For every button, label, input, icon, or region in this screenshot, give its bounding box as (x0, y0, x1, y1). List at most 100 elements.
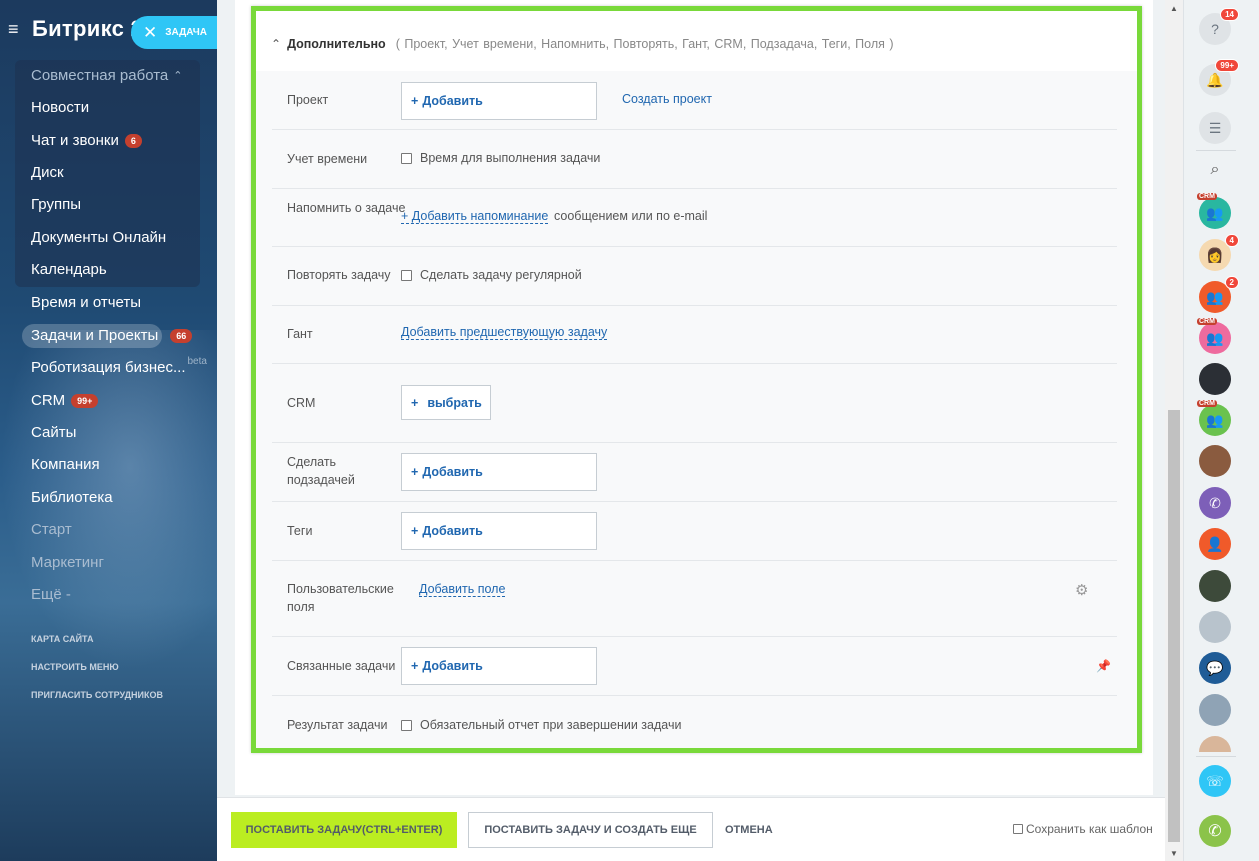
close-task-slider-button[interactable]: ✕ ЗАДАЧА (131, 16, 217, 49)
sidebar-item-label: Сайты (31, 424, 77, 441)
sidebar-item-start[interactable]: Старт (31, 521, 72, 538)
save-template-row[interactable]: Сохранить как шаблон (1013, 822, 1153, 836)
call-icon[interactable]: ✆ (1199, 815, 1231, 847)
sidebar-item-label: Маркетинг (31, 554, 104, 571)
sidebar-item-tasks[interactable]: Задачи и Проекты 66 (31, 327, 193, 344)
avatar[interactable] (1199, 445, 1231, 477)
time-checkbox-row[interactable]: Время для выполнения задачи (401, 151, 600, 165)
time-checkbox-label: Время для выполнения задачи (420, 151, 601, 165)
help-icon[interactable]: ? 14 (1199, 8, 1239, 45)
remind-label: Напомнить о задаче (287, 201, 406, 215)
crm-tag: CRM (1197, 400, 1217, 407)
avatar[interactable] (1199, 570, 1231, 602)
create-project-link[interactable]: Создать проект (622, 92, 712, 106)
avatar[interactable] (1199, 611, 1231, 643)
pin-icon[interactable]: 📌 (1096, 659, 1111, 673)
avatar[interactable] (1199, 736, 1231, 752)
result-checkbox-row[interactable]: Обязательный отчет при завершении задачи (401, 718, 681, 732)
select-label: выбрать (427, 395, 482, 410)
sidebar-item-more[interactable]: Ещё - (31, 586, 71, 603)
avatar[interactable]: 👩 4 (1199, 234, 1239, 271)
task-form-card: ⌃ Дополнительно ( Проект, Учет времени, … (235, 0, 1153, 795)
vertical-scrollbar[interactable]: ▲ ▼ (1165, 0, 1183, 861)
sidebar-item-automation[interactable]: Роботизация бизнес... beta (31, 356, 207, 376)
add-label: Добавить (422, 659, 483, 673)
sidebar-item-crm[interactable]: CRM 99+ (31, 392, 99, 409)
sidebar-item-marketing[interactable]: Маркетинг (31, 554, 104, 571)
sidebar-item-time[interactable]: Время и отчеты (31, 294, 141, 311)
time-label: Учет времени (287, 152, 368, 166)
additional-fields-list: ( Проект, Учет времени, Напомнить, Повто… (395, 36, 894, 51)
sidebar-item-documents[interactable]: Документы Онлайн (31, 229, 166, 246)
scroll-thumb[interactable] (1168, 410, 1180, 842)
row-result: Результат задачи Обязательный отчет при … (272, 696, 1117, 748)
viber-icon[interactable]: ✆ (1199, 487, 1231, 519)
additional-title: Дополнительно (287, 36, 386, 51)
group-chat-icon[interactable]: 👥 2 (1199, 276, 1239, 313)
bell-icon[interactable]: 🔔 99+ (1199, 59, 1239, 96)
sidebar-item-label: Роботизация бизнес... (31, 359, 186, 376)
related-add-button[interactable]: + Добавить (401, 647, 597, 685)
add-predecessor-link[interactable]: Добавить предшествующую задачу (401, 325, 608, 340)
search-icon[interactable]: ⌕ (1199, 154, 1231, 186)
subtask-add-button[interactable]: + Добавить (401, 453, 597, 491)
sidebar-item-label: Ещё - (31, 586, 71, 603)
sidebar-item-library[interactable]: Библиотека (31, 489, 113, 506)
sidebar-item-chat[interactable]: Чат и звонки 6 (31, 132, 142, 149)
plus-icon: + (411, 94, 419, 108)
avatar-badge: 4 (1224, 234, 1239, 247)
repeat-checkbox-row[interactable]: Сделать задачу регулярной (401, 268, 582, 282)
menu-icon[interactable]: ≡ (8, 20, 26, 38)
chat-icon[interactable]: ☰ (1199, 112, 1231, 144)
submit-task-button[interactable]: ПОСТАВИТЬ ЗАДАЧУ(CTRL+ENTER) (231, 812, 457, 848)
phone-book-icon[interactable]: ☏ (1199, 765, 1231, 797)
nav-group-title[interactable]: Совместная работа ⌃ (31, 67, 182, 84)
tags-add-button[interactable]: + Добавить (401, 512, 597, 550)
submit-and-create-button[interactable]: ПОСТАВИТЬ ЗАДАЧУ И СОЗДАТЬ ЕЩЕ (468, 812, 713, 848)
crm-select-button[interactable]: + выбрать (401, 385, 491, 420)
left-sidebar: ≡ Битрикс 2 ✕ ЗАДАЧА Совместная работа ⌃… (0, 0, 217, 861)
sidebar-item-disk[interactable]: Диск (31, 164, 64, 181)
add-label: Добавить (422, 94, 483, 108)
additional-fields: Проект + Добавить Создать проект Учет вре… (256, 71, 1137, 748)
brand-name[interactable]: Битрикс 2 (32, 16, 143, 42)
gear-icon[interactable]: ⚙ (1075, 581, 1088, 599)
result-checkbox[interactable] (401, 719, 412, 731)
nav-group-title-label: Совместная работа (31, 67, 169, 84)
plus-icon: + (411, 395, 419, 410)
sitemap-link[interactable]: КАРТА САЙТА (31, 634, 93, 644)
open-lines-icon[interactable]: 💬 (1199, 652, 1231, 684)
repeat-checkbox[interactable] (401, 269, 412, 281)
save-template-checkbox[interactable] (1013, 824, 1023, 834)
time-checkbox[interactable] (401, 152, 412, 164)
plus-icon: + (411, 524, 419, 538)
add-reminder-link[interactable]: + Добавить напоминание (401, 209, 549, 224)
row-related-tasks: Связанные задачи + Добавить 📌 (272, 637, 1117, 696)
sidebar-item-news[interactable]: Новости (31, 99, 89, 116)
crm-open-line-icon[interactable]: 👥 CRM (1197, 318, 1231, 354)
invite-users-link[interactable]: ПРИГЛАСИТЬ СОТРУДНИКОВ (31, 690, 163, 700)
reminder-suffix: сообщением или по e-mail (554, 209, 708, 223)
configure-menu-link[interactable]: НАСТРОИТЬ МЕНЮ (31, 662, 119, 672)
close-icon: ✕ (143, 23, 158, 42)
crm-open-line-icon[interactable]: 👥 CRM (1197, 193, 1231, 229)
avatar[interactable] (1199, 694, 1231, 726)
cancel-button[interactable]: ОТМЕНА (725, 812, 773, 848)
project-add-button[interactable]: + Добавить (401, 82, 597, 120)
form-footer: ПОСТАВИТЬ ЗАДАЧУ(CTRL+ENTER) ПОСТАВИТЬ З… (217, 797, 1165, 861)
sidebar-item-sites[interactable]: Сайты (31, 424, 76, 441)
avatar[interactable] (1199, 363, 1231, 395)
scroll-down-icon[interactable]: ▼ (1165, 845, 1183, 861)
additional-header[interactable]: ⌃ Дополнительно ( Проект, Учет времени, … (256, 21, 1137, 66)
sidebar-item-label: Компания (31, 456, 100, 473)
beta-badge: beta (187, 356, 207, 367)
sidebar-item-calendar[interactable]: Календарь (31, 261, 107, 278)
sidebar-item-company[interactable]: Компания (31, 456, 100, 473)
sidebar-item-groups[interactable]: Группы (31, 196, 81, 213)
scroll-up-icon[interactable]: ▲ (1165, 0, 1183, 16)
sidebar-item-label: Библиотека (31, 489, 113, 506)
add-field-link[interactable]: Добавить поле (419, 582, 506, 597)
user-icon[interactable]: 👤 (1199, 528, 1231, 560)
sidebar-item-label: Группы (31, 196, 81, 213)
crm-open-line-icon[interactable]: 👥 CRM (1197, 400, 1231, 436)
